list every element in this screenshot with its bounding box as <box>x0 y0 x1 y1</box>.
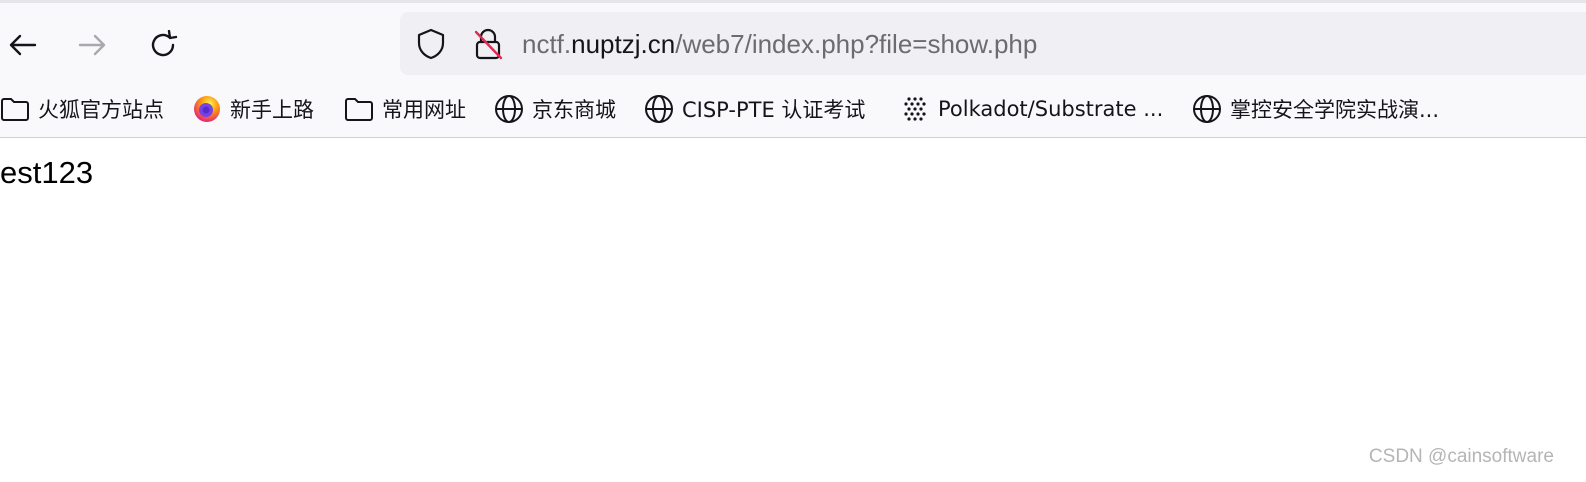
bookmark-folder-common-sites[interactable]: 常用网址 <box>344 92 466 126</box>
page-body-text: est123 <box>0 155 94 190</box>
tracking-protection-shield-icon[interactable] <box>415 28 447 60</box>
back-button[interactable] <box>2 25 42 65</box>
bookmark-label: 新手上路 <box>230 98 314 122</box>
bookmark-getting-started[interactable]: 新手上路 <box>192 92 314 126</box>
reload-button[interactable] <box>144 25 184 65</box>
bookmark-label: Polkadot/Substrate ... <box>938 97 1164 121</box>
page-content: est123 CSDN @cainsoftware <box>0 138 1586 482</box>
back-arrow-icon <box>9 34 37 56</box>
url-path: /web7/index.php?file=show.php <box>675 29 1038 59</box>
insecure-lock-icon[interactable] <box>472 28 504 60</box>
bookmark-label: CISP-PTE 认证考试 <box>682 98 866 122</box>
bookmark-label: 掌控安全学院实战演... <box>1230 98 1440 122</box>
bookmark-jd[interactable]: 京东商城 <box>494 92 616 126</box>
globe-icon <box>644 94 674 124</box>
forward-arrow-icon <box>78 34 106 56</box>
watermark: CSDN @cainsoftware <box>1368 446 1554 467</box>
bookmarks-toolbar: 火狐官方站点 新手上路 常用网址 京东商城 CISP-PTE 认证考试 Polk… <box>0 82 1586 138</box>
url-text[interactable]: nctf.nuptzj.cn/web7/index.php?file=show.… <box>522 27 1037 61</box>
bookmark-security-academy[interactable]: 掌控安全学院实战演... <box>1192 92 1439 126</box>
url-prefix: nctf. <box>522 29 572 59</box>
folder-icon <box>0 94 30 124</box>
bookmark-label: 京东商城 <box>532 98 616 122</box>
forward-button[interactable] <box>73 25 113 65</box>
globe-icon <box>494 94 524 124</box>
url-host: nuptzj.cn <box>571 29 676 59</box>
reload-icon <box>151 30 178 57</box>
globe-icon <box>1192 94 1222 124</box>
bookmark-cisp-pte[interactable]: CISP-PTE 认证考试 <box>644 92 865 126</box>
bookmark-label: 火狐官方站点 <box>38 98 164 122</box>
firefox-icon <box>192 94 222 124</box>
browser-window: nctf.nuptzj.cn/web7/index.php?file=show.… <box>0 0 1586 482</box>
bookmark-label: 常用网址 <box>382 98 466 122</box>
bookmark-folder-firefox-official[interactable]: 火狐官方站点 <box>0 92 164 126</box>
navigation-toolbar: nctf.nuptzj.cn/web7/index.php?file=show.… <box>0 0 1586 82</box>
bookmark-polkadot[interactable]: Polkadot/Substrate ... <box>900 92 1163 126</box>
address-bar[interactable]: nctf.nuptzj.cn/web7/index.php?file=show.… <box>400 12 1586 75</box>
polkadot-dots-icon <box>900 94 930 124</box>
folder-icon <box>344 94 374 124</box>
